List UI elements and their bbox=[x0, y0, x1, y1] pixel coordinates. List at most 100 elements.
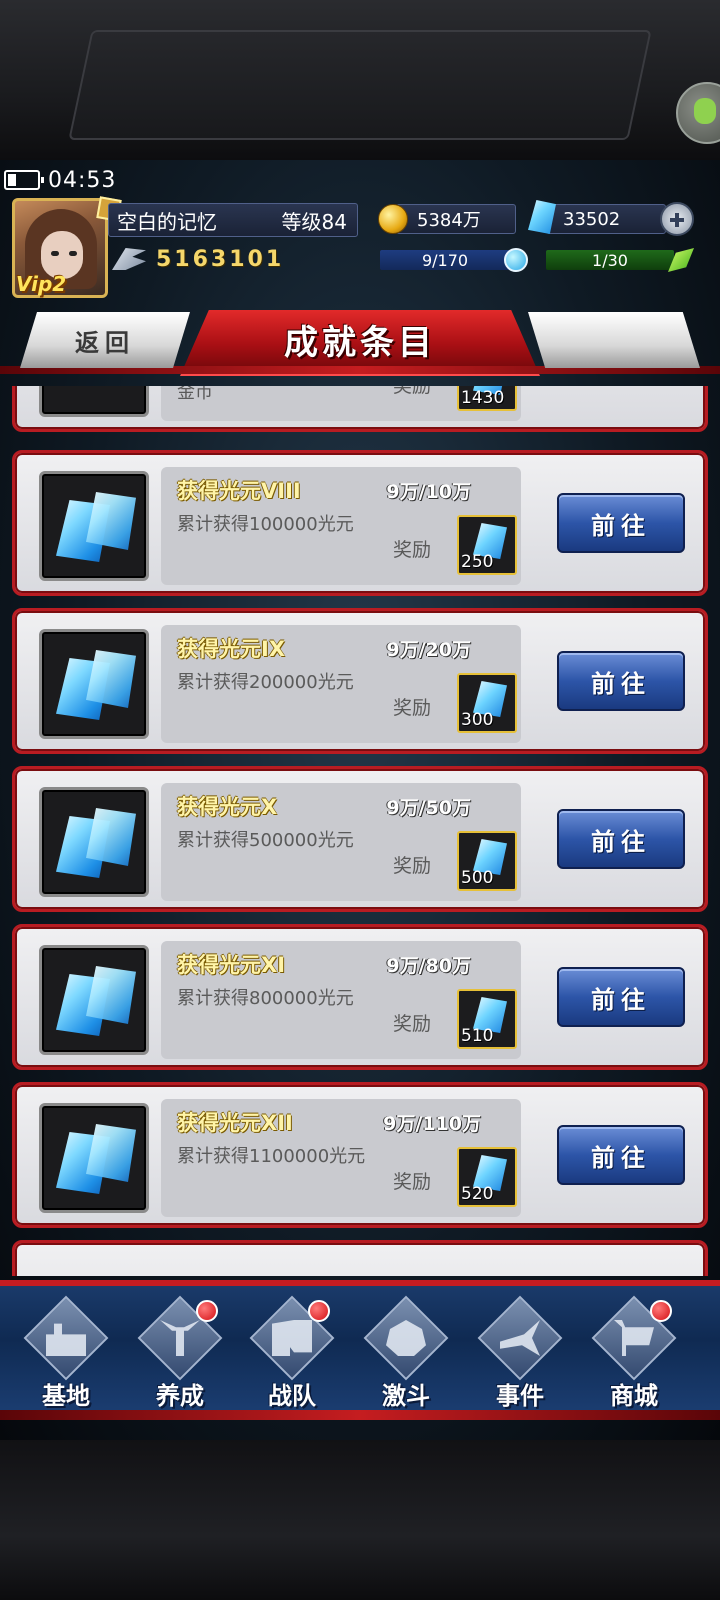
achievement-card-partial-top: 金币 奖励 1430 bbox=[12, 386, 708, 432]
achievement-desc: 累计获得100000光元 bbox=[177, 514, 354, 535]
reward-label: 奖励 bbox=[393, 855, 432, 877]
add-gems-button[interactable] bbox=[660, 202, 694, 236]
achievement-desc: 金币 bbox=[177, 386, 213, 403]
reward-qty: 500 bbox=[461, 868, 494, 888]
crystal-icon bbox=[56, 650, 136, 720]
achievement-icon-frame bbox=[39, 1103, 149, 1213]
notification-dot bbox=[650, 1300, 672, 1322]
achievement-info: 获得光元X 9万/50万 累计获得500000光元 奖励 500 bbox=[161, 783, 521, 901]
floating-assistant-button[interactable] bbox=[676, 82, 720, 144]
achievement-list[interactable]: 金币 奖励 1430 获得光元VIII 9万/10万 累计获得100000光元 … bbox=[0, 386, 720, 1276]
achievement-info: 获得光元XII 9万/110万 累计获得1100000光元 奖励 520 bbox=[161, 1099, 521, 1217]
nav-base[interactable]: 基地 bbox=[16, 1295, 116, 1414]
crystal-icon bbox=[56, 1124, 136, 1194]
achievement-info: 获得光元XI 9万/80万 累计获得800000光元 奖励 510 bbox=[161, 941, 521, 1059]
reward-qty: 520 bbox=[461, 1184, 494, 1204]
vip-badge: Vip2 bbox=[16, 272, 67, 296]
nav-battle[interactable]: 激斗 bbox=[356, 1295, 456, 1414]
reward-label: 奖励 bbox=[393, 539, 432, 561]
energy-value: 9/170 bbox=[421, 250, 469, 270]
combat-power-value: 5163101 bbox=[156, 246, 285, 272]
reward-qty: 1430 bbox=[461, 388, 505, 408]
reward-item: 510 bbox=[457, 989, 517, 1049]
achievement-progress: 9万/20万 bbox=[386, 639, 471, 661]
reward-item: 520 bbox=[457, 1147, 517, 1207]
achievement-icon-frame bbox=[39, 945, 149, 1055]
go-button[interactable]: 前往 bbox=[557, 651, 685, 711]
reward-qty: 250 bbox=[461, 552, 494, 572]
achievement-name: 获得光元XII bbox=[177, 1111, 293, 1135]
achievement-card: 获得光元X 9万/50万 累计获得500000光元 奖励 500 前往 bbox=[12, 766, 708, 912]
avatar-eye-right bbox=[69, 251, 77, 256]
achievement-info: 获得光元VIII 9万/10万 累计获得100000光元 奖励 250 bbox=[161, 467, 521, 585]
achievement-desc: 累计获得800000光元 bbox=[177, 988, 354, 1009]
achievement-icon-frame bbox=[39, 787, 149, 897]
achievement-desc: 累计获得200000光元 bbox=[177, 672, 354, 693]
energy-bar: 9/170 bbox=[380, 250, 510, 270]
achievement-progress: 9万/80万 bbox=[386, 955, 471, 977]
reward-label: 奖励 bbox=[393, 697, 432, 719]
reward-qty: 300 bbox=[461, 710, 494, 730]
reward-label: 奖励 bbox=[393, 386, 432, 397]
clock: 04:53 bbox=[48, 167, 117, 193]
bottom-nav: 基地 养成 战队 激斗 事件 商城 bbox=[0, 1280, 720, 1420]
nav-bottom-edge bbox=[0, 1410, 720, 1420]
back-button[interactable]: 返回 bbox=[20, 312, 190, 368]
notification-dot bbox=[308, 1300, 330, 1322]
nav-label: 商城 bbox=[610, 1382, 658, 1410]
header-right-button[interactable] bbox=[528, 312, 700, 368]
achievement-card: 获得光元VIII 9万/10万 累计获得100000光元 奖励 250 前往 bbox=[12, 450, 708, 596]
energy-icon bbox=[504, 248, 528, 272]
gold-coin-icon bbox=[378, 204, 408, 234]
player-avatar[interactable]: Vip2 bbox=[8, 194, 122, 302]
achievement-card: 获得光元IX 9万/20万 累计获得200000光元 奖励 300 前往 bbox=[12, 608, 708, 754]
reward-label: 奖励 bbox=[393, 1171, 432, 1193]
nav-event[interactable]: 事件 bbox=[470, 1295, 570, 1414]
nav-train[interactable]: 养成 bbox=[130, 1295, 230, 1414]
player-name: 空白的记忆 bbox=[117, 209, 217, 234]
go-button[interactable]: 前往 bbox=[557, 967, 685, 1027]
reward-label: 奖励 bbox=[393, 1013, 432, 1035]
gold-value: 5384万 bbox=[417, 210, 481, 231]
status-bar: 04:53 bbox=[4, 166, 116, 194]
reward-qty: 510 bbox=[461, 1026, 494, 1046]
achievement-card: 获得光元XI 9万/80万 累计获得800000光元 奖励 510 前往 bbox=[12, 924, 708, 1070]
game-viewport: 04:53 Vip2 空白的记忆 等级84 5163101 5384万 3350… bbox=[0, 160, 720, 1440]
achievement-icon-frame bbox=[39, 471, 149, 581]
gem-value: 33502 bbox=[563, 208, 621, 230]
achievement-name: 获得光元IX bbox=[177, 637, 286, 661]
nav-label: 养成 bbox=[156, 1382, 204, 1410]
nav-label: 激斗 bbox=[382, 1382, 430, 1410]
crystal-icon bbox=[56, 492, 136, 562]
combat-power: 5163101 bbox=[112, 244, 302, 274]
gem-counter: 33502 bbox=[546, 204, 666, 234]
go-button[interactable]: 前往 bbox=[557, 1125, 685, 1185]
achievement-name: 获得光元XI bbox=[177, 953, 286, 977]
player-level: 等级84 bbox=[281, 209, 347, 234]
achievement-card: 获得光元XII 9万/110万 累计获得1100000光元 奖励 520 前往 bbox=[12, 1082, 708, 1228]
player-namebar: 空白的记忆 等级84 bbox=[108, 203, 358, 237]
page-title: 成就条目 bbox=[284, 322, 436, 363]
nav-label: 战队 bbox=[268, 1382, 316, 1410]
nav-label: 事件 bbox=[496, 1382, 544, 1410]
reward-item: 1430 bbox=[457, 386, 517, 411]
go-button[interactable]: 前往 bbox=[557, 493, 685, 553]
stamina-value: 1/30 bbox=[592, 250, 628, 270]
frame-bevel bbox=[68, 30, 652, 140]
achievement-info: 金币 奖励 1430 bbox=[161, 386, 521, 421]
reward-item: 500 bbox=[457, 831, 517, 891]
wing-icon bbox=[112, 248, 146, 270]
go-button[interactable]: 前往 bbox=[557, 809, 685, 869]
reward-item: 250 bbox=[457, 515, 517, 575]
avatar-eye-left bbox=[51, 251, 59, 256]
achievement-desc: 累计获得1100000光元 bbox=[177, 1146, 366, 1167]
achievement-progress: 9万/50万 bbox=[386, 797, 471, 819]
nav-shop[interactable]: 商城 bbox=[584, 1295, 684, 1414]
achievement-name: 获得光元VIII bbox=[177, 479, 301, 503]
achievement-name: 获得光元X bbox=[177, 795, 278, 819]
notification-dot bbox=[196, 1300, 218, 1322]
achievement-info: 获得光元IX 9万/20万 累计获得200000光元 奖励 300 bbox=[161, 625, 521, 743]
device-bottom-frame bbox=[0, 1440, 720, 1600]
nav-label: 基地 bbox=[42, 1382, 90, 1410]
nav-team[interactable]: 战队 bbox=[242, 1295, 342, 1414]
